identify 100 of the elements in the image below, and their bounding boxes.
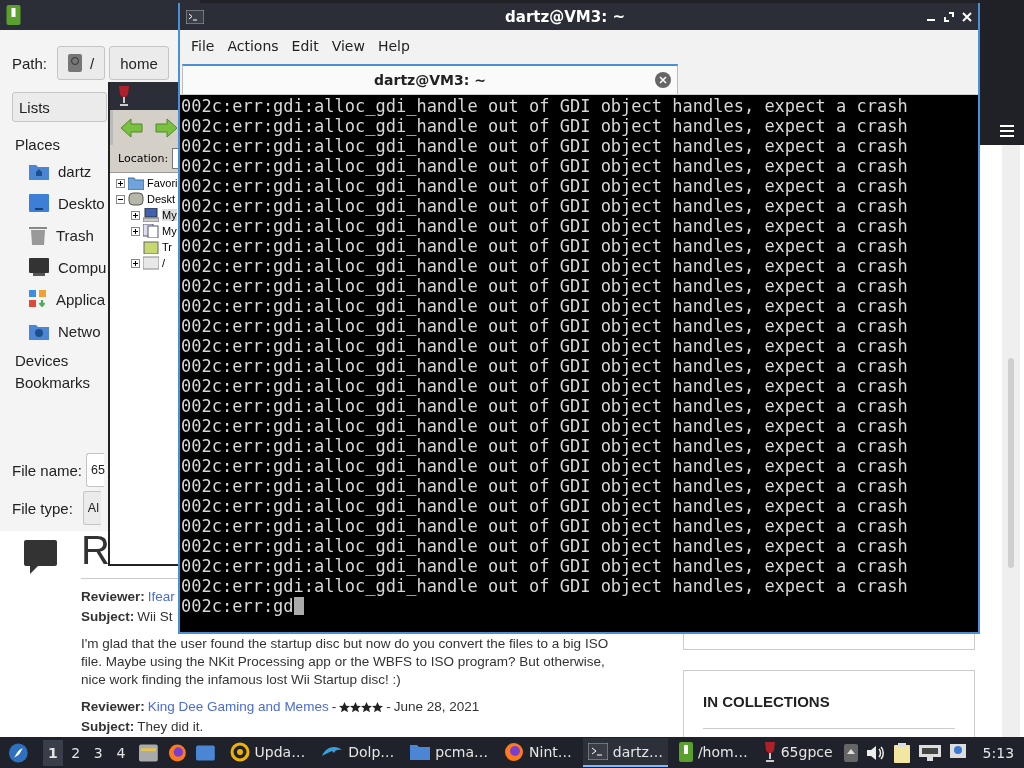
review-text: I'm glad that the user found the startup disc but now do you convert the files to a big ISO file. Maybe using the NKit Processing app or the WBFS to ISO program? But otherwise, nice work finding the infamous lost Wii Startup disc! :) xyxy=(81,635,610,689)
subject-label: Subject: xyxy=(81,718,135,736)
view-dropdown[interactable]: Lists xyxy=(12,92,107,122)
star-icon xyxy=(350,701,362,713)
expand-icon[interactable] xyxy=(131,210,140,220)
start-menu-icon[interactable] xyxy=(8,741,29,764)
trash-icon xyxy=(29,225,47,245)
review-date: June 28, 2021 xyxy=(393,698,480,716)
reviewer-link[interactable]: King Dee Gaming and Memes xyxy=(147,697,329,717)
terminal-line: 002c:err:gdi:alloc_gdi_handle out of GDI object handles, expect a crash xyxy=(181,96,909,116)
close-icon[interactable] xyxy=(962,11,972,22)
window-title: dartz@VM3: ~ xyxy=(505,7,625,26)
review-subject: Wii St xyxy=(137,608,173,626)
taskbar-task[interactable]: Nint… xyxy=(499,738,577,767)
place-item[interactable]: dartz xyxy=(29,155,92,187)
wine-glass-icon xyxy=(118,86,130,106)
recycle-bin-icon xyxy=(143,240,159,254)
file-name-field[interactable]: 65 xyxy=(86,453,105,487)
place-item[interactable]: Netwo xyxy=(29,315,101,347)
workspace-button[interactable]: 1 xyxy=(42,739,64,766)
comment-icon xyxy=(24,540,57,574)
terminal-tab[interactable]: dartz@VM3: ~ xyxy=(182,64,678,94)
separator: - xyxy=(386,698,391,716)
maximize-icon[interactable] xyxy=(944,11,954,22)
taskbar-task[interactable]: Upda… xyxy=(224,738,311,767)
expand-icon[interactable] xyxy=(131,226,140,236)
reviewer-label: Reviewer: xyxy=(81,698,145,716)
tree-item[interactable]: / xyxy=(162,257,166,269)
menu-item[interactable]: Actions xyxy=(225,38,290,54)
monitor-icon xyxy=(29,258,49,276)
star-icon xyxy=(339,701,351,713)
terminal-line: 002c:err:gdi:alloc_gdi_handle out of GDI object handles, expect a crash xyxy=(181,516,909,536)
place-item[interactable]: Deskto xyxy=(29,187,105,219)
clock: 5:13 xyxy=(982,744,1015,761)
volume-icon[interactable] xyxy=(866,744,885,761)
expand-icon[interactable] xyxy=(116,178,125,188)
firefox-icon xyxy=(167,742,187,763)
taskbar-task[interactable]: pcma… xyxy=(405,738,494,767)
location-label: Location: xyxy=(118,152,169,165)
reviewer-link[interactable]: Ifear xyxy=(147,587,175,607)
workspace-button[interactable]: 4 xyxy=(110,739,132,766)
menu-item[interactable]: File xyxy=(189,38,226,54)
computer-icon xyxy=(143,208,159,222)
tree-item[interactable]: My xyxy=(162,209,177,221)
taskbar-task[interactable]: dartz… xyxy=(582,738,668,767)
terminal-line: 002c:err:gdi:alloc_gdi_handle out of GDI object handles, expect a crash xyxy=(181,476,909,496)
terminal-line: 002c:err:gdi:alloc_gdi_handle out of GDI object handles, expect a crash xyxy=(181,296,909,316)
review-subject: They did it. xyxy=(137,718,204,736)
taskbar-task[interactable]: 65gpce xyxy=(758,738,838,767)
terminal-line: 002c:err:gdi:alloc_gdi_handle out of GDI object handles, expect a crash xyxy=(181,136,909,156)
place-item[interactable]: Trash xyxy=(29,219,94,251)
menu-item[interactable]: Edit xyxy=(289,38,330,54)
expand-icon[interactable] xyxy=(131,258,140,268)
terminal-line: 002c:err:gd xyxy=(181,596,294,616)
menu-item[interactable]: View xyxy=(329,38,376,54)
file-type-dropdown[interactable]: Al xyxy=(82,491,101,525)
home-folder-icon xyxy=(29,162,49,180)
tree-item[interactable]: Favori xyxy=(147,177,178,189)
tree-item[interactable]: Tr xyxy=(162,241,172,253)
cursor xyxy=(293,597,304,615)
workspace-button[interactable]: 2 xyxy=(65,739,86,766)
file-cabinet-icon[interactable] xyxy=(139,743,159,762)
documents-icon xyxy=(143,224,159,238)
tree-item[interactable]: My xyxy=(162,225,177,237)
terminal-line: 002c:err:gdi:alloc_gdi_handle out of GDI object handles, expect a crash xyxy=(181,316,909,336)
section-title[interactable]: Devices xyxy=(12,352,69,369)
drive-icon xyxy=(143,256,159,270)
terminal-line: 002c:err:gdi:alloc_gdi_handle out of GDI object handles, expect a crash xyxy=(181,176,909,196)
taskbar-task[interactable]: Dolp… xyxy=(316,738,400,767)
terminal-line: 002c:err:gdi:alloc_gdi_handle out of GDI object handles, expect a crash xyxy=(181,276,909,296)
terminal-line: 002c:err:gdi:alloc_gdi_handle out of GDI object handles, expect a crash xyxy=(181,356,909,376)
scrollbar[interactable] xyxy=(1002,145,1020,737)
folder-icon xyxy=(410,743,431,760)
subject-label: Subject: xyxy=(81,608,135,626)
network-icon[interactable] xyxy=(918,744,941,761)
path-button[interactable]: / xyxy=(57,46,106,80)
terminal-icon xyxy=(587,743,608,760)
card-title: IN COLLECTIONS xyxy=(702,692,831,710)
close-tab-icon[interactable] xyxy=(655,72,671,88)
section-title[interactable]: Bookmarks xyxy=(12,374,91,391)
terminal-line: 002c:err:gdi:alloc_gdi_handle out of GDI object handles, expect a crash xyxy=(181,336,909,356)
taskbar-task[interactable]: /hom… xyxy=(673,738,753,767)
terminal-line: 002c:err:gdi:alloc_gdi_handle out of GDI object handles, expect a crash xyxy=(181,456,909,476)
workspace-button[interactable]: 3 xyxy=(87,739,109,766)
place-item[interactable]: Compu xyxy=(29,251,107,283)
section-heading: R xyxy=(81,530,110,570)
path-button[interactable]: home xyxy=(109,46,169,80)
terminal-line: 002c:err:gdi:alloc_gdi_handle out of GDI object handles, expect a crash xyxy=(181,416,909,436)
collapse-icon[interactable] xyxy=(116,194,125,204)
window-icon[interactable] xyxy=(196,744,215,761)
menu-item[interactable]: Help xyxy=(375,38,421,54)
reviewer-label: Reviewer: xyxy=(81,588,145,606)
folder-icon xyxy=(128,176,144,190)
clipboard-icon[interactable] xyxy=(893,742,910,763)
terminal-line: 002c:err:gdi:alloc_gdi_handle out of GDI object handles, expect a crash xyxy=(181,496,909,516)
menu-icon[interactable] xyxy=(1000,125,1014,137)
place-item[interactable]: Applica xyxy=(29,283,106,315)
apps-icon xyxy=(29,290,47,308)
eject-icon[interactable] xyxy=(843,743,858,762)
tree-item[interactable]: Deskt xyxy=(147,193,176,205)
